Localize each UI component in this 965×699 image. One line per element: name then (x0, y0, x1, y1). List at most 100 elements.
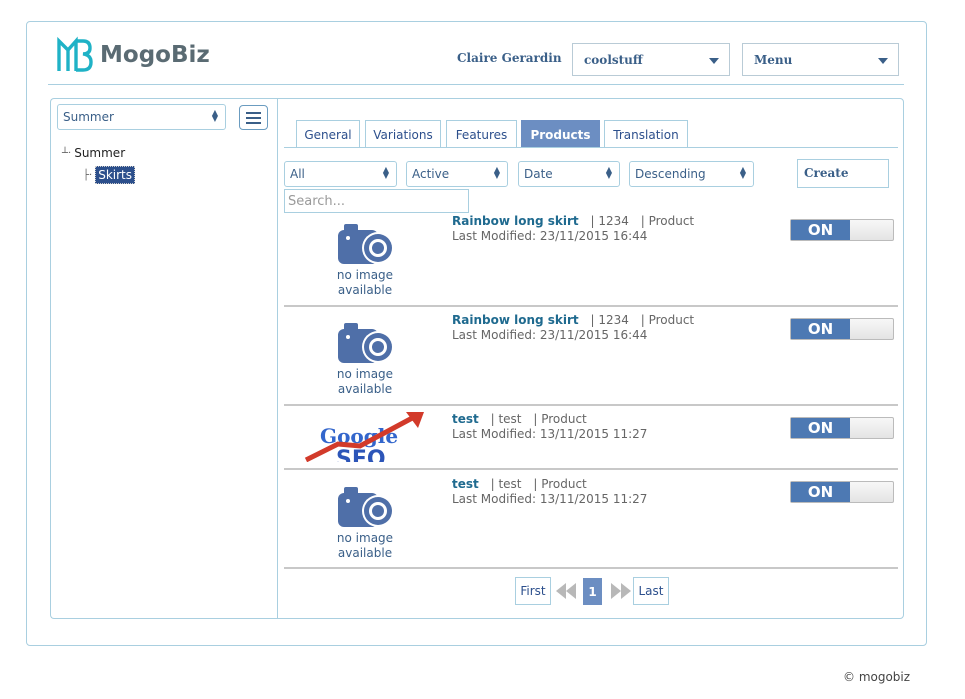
row-divider (284, 468, 898, 470)
product-name[interactable]: Rainbow long skirt (452, 313, 579, 327)
first-page-button[interactable]: First (515, 577, 551, 605)
tab-features[interactable]: Features (446, 120, 517, 148)
updown-arrows-icon: ▲ ▼ (211, 108, 218, 123)
product-type: | Product (633, 313, 695, 327)
product-thumbnail[interactable]: no image available (298, 483, 432, 561)
product-code: | 1234 (582, 214, 629, 228)
product-name-link[interactable]: Rainbow long skirt | 1234 | Product (452, 214, 694, 228)
catalog-select[interactable]: Summer ▲ ▼ (57, 104, 226, 130)
product-code: | test (482, 477, 522, 491)
store-select-value: coolstuff (584, 52, 643, 67)
product-active-toggle[interactable]: ON (790, 481, 894, 503)
google-seo-image: Google SEO (304, 412, 424, 462)
tab-variations[interactable]: Variations (365, 120, 441, 148)
updown-arrows-icon: ▲ ▼ (493, 165, 500, 180)
product-modified: Last Modified: 23/11/2015 16:44 (452, 328, 648, 342)
active-filter-select[interactable]: Active ▲ ▼ (406, 161, 508, 187)
camera-icon (338, 224, 394, 264)
tabs-divider (284, 147, 898, 148)
no-image-label: no image available (337, 531, 393, 561)
search-input[interactable] (284, 189, 469, 213)
camera-icon (338, 323, 394, 363)
toggle-on-label: ON (791, 220, 850, 240)
no-image-line2: available (337, 283, 393, 297)
updown-arrows-icon: ▲ ▼ (605, 165, 612, 180)
product-name[interactable]: test (452, 477, 479, 491)
product-active-toggle[interactable]: ON (790, 219, 894, 241)
tree-node-summer[interactable]: ┴· Summer (62, 146, 125, 160)
tree-expander-icon[interactable]: ┴· (62, 148, 71, 159)
product-name-link[interactable]: Rainbow long skirt | 1234 | Product (452, 313, 694, 327)
brand-logo[interactable]: MogoBiz (56, 36, 210, 74)
row-divider (284, 305, 898, 307)
tree-node-label: Summer (74, 146, 126, 160)
tree-node-label-selected: Skirts (95, 166, 135, 184)
sort-by-value: Date (524, 167, 553, 181)
product-active-toggle[interactable]: ON (790, 318, 894, 340)
product-modified: Last Modified: 13/11/2015 11:27 (452, 492, 648, 506)
product-name[interactable]: Rainbow long skirt (452, 214, 579, 228)
menu-select[interactable]: Menu (742, 43, 899, 76)
header-divider (48, 84, 904, 85)
product-modified: Last Modified: 13/11/2015 11:27 (452, 427, 648, 441)
tab-translation[interactable]: Translation (604, 120, 688, 148)
no-image-line1: no image (336, 531, 394, 545)
status-filter-value: All (290, 167, 305, 181)
product-modified: Last Modified: 23/11/2015 16:44 (452, 229, 648, 243)
user-name[interactable]: Claire Gerardin (457, 51, 562, 65)
product-name-link[interactable]: test | test | Product (452, 412, 587, 426)
row-divider (284, 567, 898, 569)
mogobiz-logo-icon (57, 36, 93, 72)
tab-products[interactable]: Products (521, 120, 600, 148)
updown-arrows-icon: ▲ ▼ (739, 165, 746, 180)
camera-icon (338, 487, 394, 527)
tab-general[interactable]: General (296, 120, 360, 148)
no-image-line2: available (337, 382, 393, 396)
menu-select-value: Menu (754, 52, 793, 67)
catalog-select-value: Summer (63, 110, 114, 124)
tree-node-skirts[interactable]: ├· Skirts (83, 166, 135, 184)
no-image-line1: no image (336, 367, 394, 381)
toggle-on-label: ON (791, 319, 850, 339)
active-filter-value: Active (412, 167, 450, 181)
current-page-button[interactable]: 1 (583, 578, 602, 605)
seo-image-text: SEO (336, 447, 386, 462)
sort-order-value: Descending (635, 167, 706, 181)
updown-arrows-icon: ▲ ▼ (382, 165, 389, 180)
no-image-line2: available (337, 546, 393, 560)
product-name-link[interactable]: test | test | Product (452, 477, 587, 491)
last-page-button[interactable]: Last (633, 577, 669, 605)
sidebar-menu-button[interactable] (239, 105, 268, 130)
brand-name: MogoBiz (100, 42, 210, 68)
chevron-down-icon (709, 58, 719, 64)
product-type: | Product (633, 214, 695, 228)
product-thumbnail[interactable]: no image available (298, 319, 432, 397)
status-filter-select[interactable]: All ▲ ▼ (284, 161, 397, 187)
toggle-on-label: ON (791, 482, 850, 502)
previous-page-icon[interactable] (556, 583, 576, 599)
product-code: | test (482, 412, 522, 426)
create-button[interactable]: Create (797, 159, 889, 188)
product-type: | Product (525, 477, 587, 491)
product-active-toggle[interactable]: ON (790, 417, 894, 439)
product-code: | 1234 (582, 313, 629, 327)
no-image-line1: no image (336, 268, 394, 282)
no-image-label: no image available (337, 367, 393, 397)
product-name[interactable]: test (452, 412, 479, 426)
sort-order-select[interactable]: Descending ▲ ▼ (629, 161, 754, 187)
row-divider (284, 404, 898, 406)
product-thumbnail[interactable]: no image available (298, 220, 432, 298)
chevron-down-icon (878, 58, 888, 64)
product-thumbnail[interactable]: Google SEO (298, 410, 432, 462)
toggle-on-label: ON (791, 418, 850, 438)
hamburger-icon-bar (246, 117, 261, 119)
sort-by-select[interactable]: Date ▲ ▼ (518, 161, 620, 187)
tree-branch-icon: ├· (83, 169, 93, 181)
no-image-label: no image available (337, 268, 393, 298)
store-select[interactable]: coolstuff (572, 43, 730, 76)
product-type: | Product (525, 412, 587, 426)
next-page-icon[interactable] (611, 583, 631, 599)
hamburger-icon (246, 112, 261, 114)
footer-copyright: © mogobiz (843, 670, 911, 684)
hamburger-icon-bar (246, 122, 261, 124)
